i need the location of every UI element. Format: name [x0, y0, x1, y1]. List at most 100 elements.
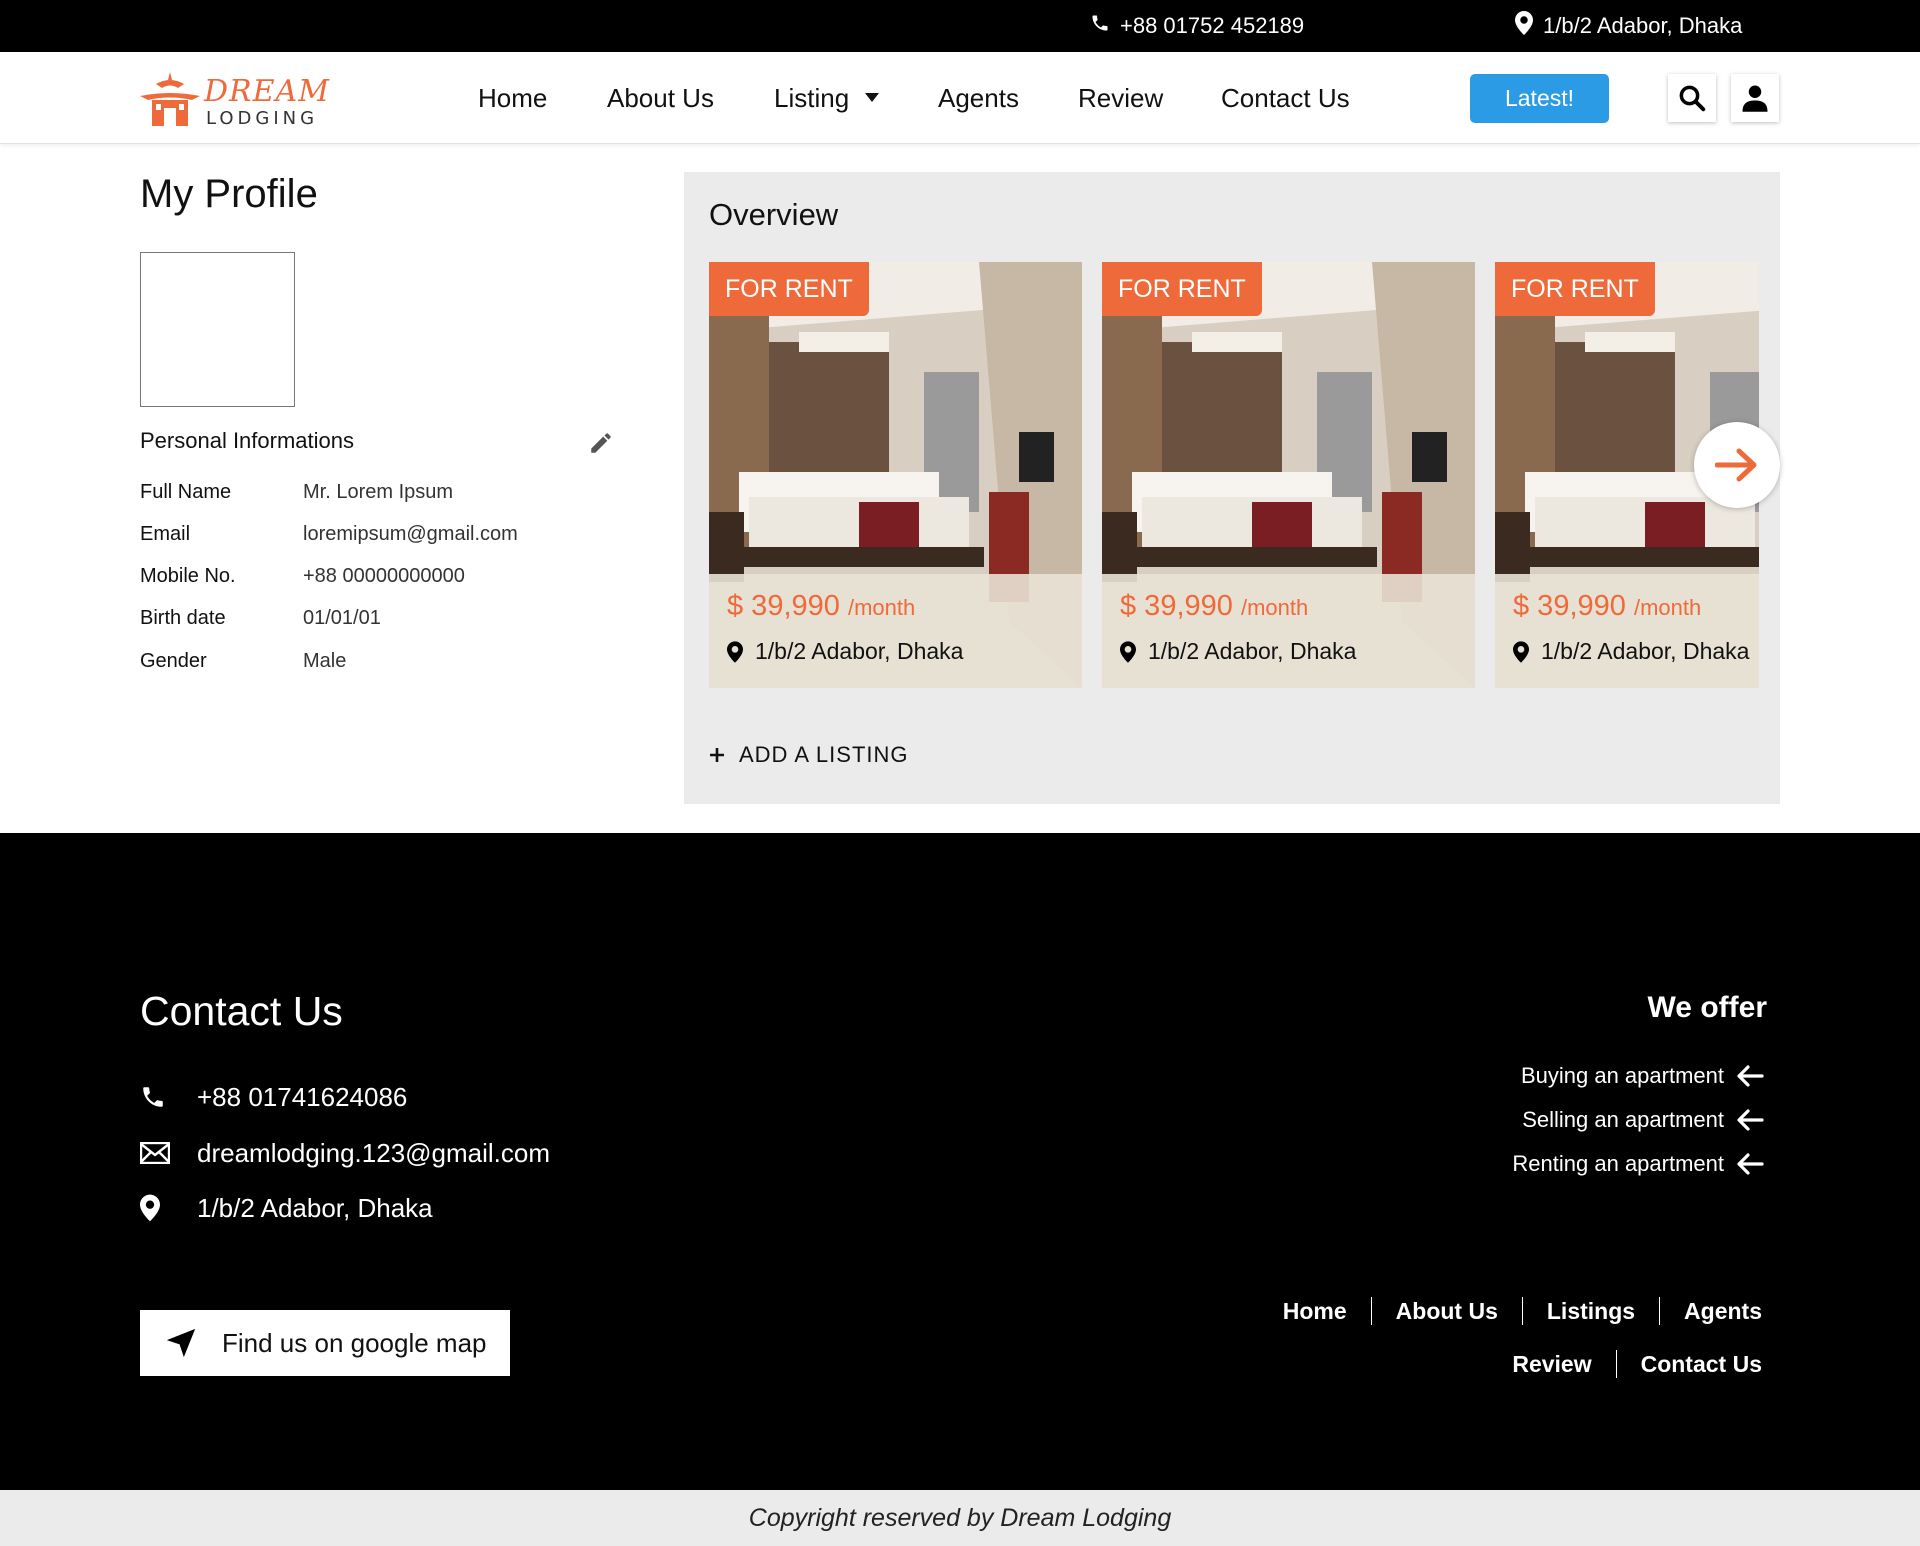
nav-listing-label: Listing	[774, 82, 850, 113]
listing-price: $ 39,990 /month	[1120, 590, 1308, 623]
info-value: +88 00000000000	[303, 565, 465, 587]
google-map-button[interactable]: Find us on google map	[140, 1310, 510, 1376]
nav-review[interactable]: Review	[1078, 52, 1163, 144]
topbar-phone[interactable]: +88 01752 452189	[1090, 0, 1304, 52]
room-photo	[709, 262, 1082, 688]
footer-email[interactable]: dreamlodging.123@gmail.com	[140, 1135, 550, 1171]
dream-lodging-logo[interactable]: DREAM LODGING	[138, 70, 330, 132]
page-title: My Profile	[140, 172, 318, 216]
footer-link-home[interactable]: Home	[1259, 1298, 1371, 1325]
for-rent-badge: FOR RENT	[1495, 262, 1655, 316]
latest-button[interactable]: Latest!	[1470, 74, 1609, 123]
nav-home[interactable]: Home	[478, 52, 547, 144]
personal-info-heading: Personal Informations	[140, 428, 354, 453]
avatar[interactable]	[140, 252, 295, 407]
caret-down-icon	[865, 93, 880, 102]
footer-link-review[interactable]: Review	[1488, 1351, 1615, 1378]
price-value: $ 39,990	[1513, 590, 1626, 622]
for-rent-badge: FOR RENT	[709, 262, 869, 316]
phone-icon	[1090, 13, 1110, 39]
location-pin-icon	[727, 640, 743, 663]
listing-price: $ 39,990 /month	[1513, 590, 1701, 623]
arrow-left-icon	[1737, 1065, 1764, 1087]
overview-panel: Overview FOR RENT $ 39,990 /month 1/b/2 …	[684, 172, 1780, 804]
footer-link-agents[interactable]: Agents	[1660, 1298, 1762, 1325]
info-label: Birth date	[140, 607, 226, 629]
location-pin-icon	[1120, 640, 1136, 663]
nav-about-us[interactable]: About Us	[607, 52, 714, 144]
footer-link-contact-us[interactable]: Contact Us	[1617, 1351, 1762, 1378]
footer-phone[interactable]: +88 01741624086	[140, 1079, 407, 1115]
info-label: Full Name	[140, 481, 232, 503]
edit-icon[interactable]	[588, 430, 614, 456]
footer-links-row-2: Review Contact Us	[1488, 1346, 1762, 1382]
price-unit: /month	[1633, 595, 1702, 620]
location-pin-icon	[140, 1194, 197, 1222]
offer-buying[interactable]: Buying an apartment	[1521, 1059, 1764, 1093]
info-value: Mr. Lorem Ipsum	[303, 481, 454, 503]
footer-link-listings[interactable]: Listings	[1523, 1298, 1659, 1325]
we-offer-title: We offer	[1647, 991, 1767, 1024]
user-icon	[1742, 85, 1768, 112]
listing-card[interactable]: FOR RENT $ 39,990 /month 1/b/2 Adabor, D…	[1102, 262, 1475, 688]
nav-agents[interactable]: Agents	[938, 52, 1019, 144]
arrow-right-icon	[1715, 448, 1757, 482]
listing-price: $ 39,990 /month	[727, 590, 915, 623]
topbar-address[interactable]: 1/b/2 Adabor, Dhaka	[1515, 0, 1742, 52]
nav-listing[interactable]: Listing	[774, 52, 880, 144]
info-value: 01/01/01	[303, 607, 381, 629]
price-unit: /month	[1240, 595, 1309, 620]
footer-address[interactable]: 1/b/2 Adabor, Dhaka	[140, 1190, 433, 1226]
google-map-label: Find us on google map	[222, 1327, 487, 1358]
topbar-phone-text: +88 01752 452189	[1120, 13, 1305, 38]
navigation-arrow-icon	[140, 1326, 222, 1360]
listing-address: 1/b/2 Adabor, Dhaka	[1120, 638, 1356, 665]
info-row-mobile: Mobile No. +88 00000000000	[140, 565, 465, 595]
info-label: Gender	[140, 650, 207, 672]
offer-renting[interactable]: Renting an apartment	[1512, 1147, 1764, 1181]
footer-address-text: 1/b/2 Adabor, Dhaka	[197, 1192, 433, 1223]
top-bar: +88 01752 452189 1/b/2 Adabor, Dhaka	[0, 0, 1920, 52]
listing-address-text: 1/b/2 Adabor, Dhaka	[1148, 638, 1357, 664]
nav-contact-us[interactable]: Contact Us	[1221, 52, 1350, 144]
location-pin-icon	[1515, 11, 1533, 41]
footer-links-row-1: Home About Us Listings Agents	[1259, 1293, 1762, 1329]
topbar-address-text: 1/b/2 Adabor, Dhaka	[1543, 13, 1743, 38]
user-account-button[interactable]	[1731, 74, 1779, 122]
search-button[interactable]	[1668, 74, 1716, 122]
info-row-gender: Gender Male	[140, 650, 346, 680]
offer-label: Buying an apartment	[1520, 1063, 1724, 1088]
add-listing-button[interactable]: ADD A LISTING	[709, 742, 909, 768]
offer-label: Renting an apartment	[1512, 1151, 1724, 1176]
pagoda-logo-icon	[140, 72, 200, 126]
footer-email-text: dreamlodging.123@gmail.com	[197, 1137, 551, 1168]
listing-address-text: 1/b/2 Adabor, Dhaka	[755, 638, 964, 664]
overview-title: Overview	[709, 197, 839, 232]
offer-selling[interactable]: Selling an apartment	[1522, 1103, 1764, 1137]
logo-text-lodging: LODGING	[206, 108, 319, 129]
carousel-next-button[interactable]	[1694, 422, 1780, 508]
listing-card[interactable]: FOR RENT $ 39,990 /month 1/b/2 Adabor, D…	[709, 262, 1082, 688]
arrow-left-icon	[1737, 1109, 1764, 1131]
copyright-bar: Copyright reserved by Dream Lodging	[0, 1490, 1920, 1546]
footer-contact-title: Contact Us	[140, 988, 343, 1034]
price-value: $ 39,990	[727, 590, 840, 622]
plus-icon	[710, 748, 724, 762]
add-listing-label: ADD A LISTING	[739, 742, 909, 767]
listing-address: 1/b/2 Adabor, Dhaka	[1513, 638, 1749, 665]
listing-address-text: 1/b/2 Adabor, Dhaka	[1541, 638, 1750, 664]
room-photo	[1102, 262, 1475, 688]
footer-link-about-us[interactable]: About Us	[1372, 1298, 1522, 1325]
mail-icon	[140, 1142, 197, 1164]
phone-icon	[140, 1084, 197, 1110]
search-icon	[1679, 85, 1706, 112]
logo-text-dream: DREAM	[204, 74, 330, 109]
info-row-full-name: Full Name Mr. Lorem Ipsum	[140, 481, 453, 511]
info-row-birth-date: Birth date 01/01/01	[140, 607, 381, 637]
info-value: Male	[303, 650, 347, 672]
for-rent-badge: FOR RENT	[1102, 262, 1262, 316]
price-unit: /month	[847, 595, 916, 620]
listing-carousel: FOR RENT $ 39,990 /month 1/b/2 Adabor, D…	[709, 262, 1759, 688]
info-label: Mobile No.	[140, 565, 236, 587]
footer: Contact Us +88 01741624086 dreamlodging.…	[0, 833, 1920, 1490]
